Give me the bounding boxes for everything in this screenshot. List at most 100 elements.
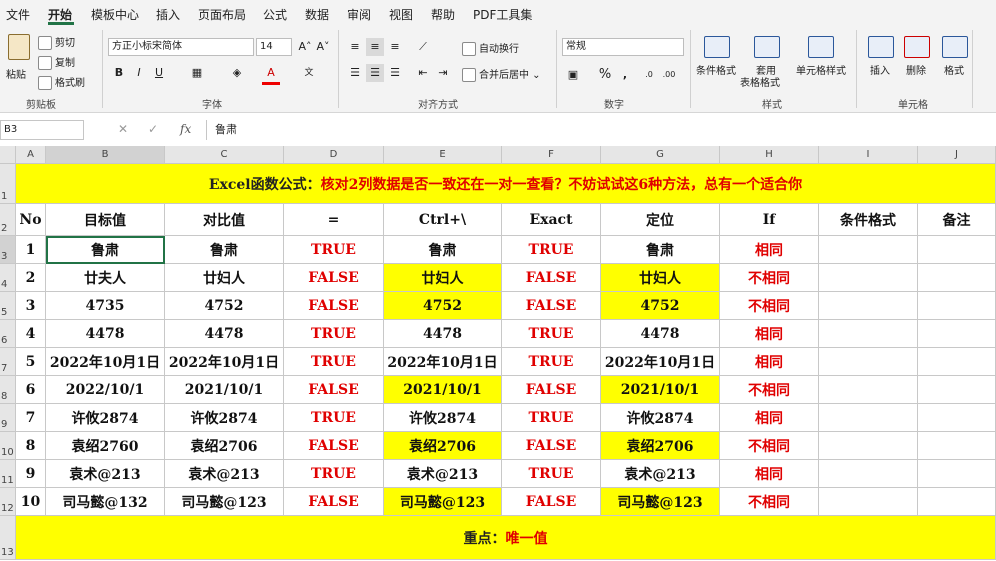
table-cell[interactable]: TRUE	[502, 320, 601, 348]
row-header-2[interactable]: 2	[0, 204, 16, 236]
row-header-6[interactable]: 6	[0, 320, 16, 348]
grow-font-icon[interactable]: A˄	[296, 38, 314, 56]
align-top-icon[interactable]: ≡	[346, 38, 364, 56]
header-cell[interactable]: =	[284, 204, 384, 236]
bold-icon[interactable]: B	[110, 64, 128, 82]
row-header-5[interactable]: 5	[0, 292, 16, 320]
table-cell[interactable]	[918, 292, 996, 320]
merge-center-button[interactable]: 合并后居中 ⌄	[462, 66, 541, 82]
table-cell[interactable]: TRUE	[502, 236, 601, 264]
title-banner[interactable]: Excel函数公式： 核对2列数据是否一致还在一对一查看？不妨试试这6种方法，总有…	[16, 164, 996, 204]
table-cell[interactable]: 2021/10/1	[384, 376, 502, 404]
function-icon[interactable]: fx	[180, 122, 191, 136]
menu-page-layout[interactable]: 页面布局	[198, 6, 246, 23]
table-cell[interactable]	[918, 264, 996, 292]
table-cell[interactable]: FALSE	[284, 376, 384, 404]
table-cell[interactable]	[918, 236, 996, 264]
table-cell[interactable]: 7	[16, 404, 46, 432]
table-cell[interactable]: 廿妇人	[384, 264, 502, 292]
table-cell[interactable]: 3	[16, 292, 46, 320]
table-cell[interactable]: 不相同	[720, 264, 819, 292]
table-cell[interactable]: TRUE	[284, 348, 384, 376]
row-header-10[interactable]: 10	[0, 432, 16, 460]
row-header-8[interactable]: 8	[0, 376, 16, 404]
table-cell[interactable]: 不相同	[720, 488, 819, 516]
column-header-h[interactable]: H	[720, 146, 819, 164]
table-cell[interactable]: 袁术@213	[384, 460, 502, 488]
table-cell[interactable]	[918, 404, 996, 432]
table-cell[interactable]: 司马懿@123	[384, 488, 502, 516]
table-cell[interactable]	[819, 488, 918, 516]
column-header-d[interactable]: D	[284, 146, 384, 164]
table-cell[interactable]: 许攸2874	[165, 404, 284, 432]
table-cell[interactable]: 2022年10月1日	[46, 348, 165, 376]
table-cell[interactable]	[819, 432, 918, 460]
header-cell[interactable]: 对比值	[165, 204, 284, 236]
column-header-f[interactable]: F	[502, 146, 601, 164]
enter-icon[interactable]: ✓	[148, 122, 158, 136]
menu-help[interactable]: 帮助	[431, 6, 455, 23]
table-cell[interactable]: 鲁肃	[165, 236, 284, 264]
font-name-select[interactable]: 方正小标宋简体	[108, 38, 254, 56]
table-cell[interactable]: 许攸2874	[601, 404, 720, 432]
percent-icon[interactable]: %	[596, 66, 614, 84]
column-header-g[interactable]: G	[601, 146, 720, 164]
table-cell[interactable]: 袁绍2706	[384, 432, 502, 460]
table-cell[interactable]	[819, 460, 918, 488]
table-cell[interactable]: 2022年10月1日	[384, 348, 502, 376]
column-header-b[interactable]: B	[46, 146, 165, 164]
column-header-c[interactable]: C	[165, 146, 284, 164]
table-cell[interactable]: 廿夫人	[46, 264, 165, 292]
column-header-a[interactable]: A	[16, 146, 46, 164]
table-cell[interactable]: FALSE	[502, 488, 601, 516]
header-cell[interactable]: 定位	[601, 204, 720, 236]
row-header-4[interactable]: 4	[0, 264, 16, 292]
table-cell[interactable]: TRUE	[284, 404, 384, 432]
table-cell[interactable]: 4478	[384, 320, 502, 348]
footer-banner[interactable]: 重点： 唯一值	[16, 516, 996, 560]
table-cell[interactable]: 相同	[720, 460, 819, 488]
table-cell[interactable]: 2022/10/1	[46, 376, 165, 404]
decrease-decimal-icon[interactable]: .00	[660, 66, 678, 84]
table-cell[interactable]: 4	[16, 320, 46, 348]
table-cell[interactable]: FALSE	[502, 432, 601, 460]
table-cell[interactable]: 袁绍2706	[165, 432, 284, 460]
column-header-e[interactable]: E	[384, 146, 502, 164]
table-cell[interactable]: FALSE	[284, 292, 384, 320]
number-format-select[interactable]: 常规	[562, 38, 684, 56]
table-cell[interactable]: 4478	[46, 320, 165, 348]
table-cell[interactable]: 8	[16, 432, 46, 460]
table-cell[interactable]: TRUE	[284, 460, 384, 488]
menu-data[interactable]: 数据	[305, 6, 329, 23]
table-cell[interactable]: 1	[16, 236, 46, 264]
table-cell[interactable]: TRUE	[284, 236, 384, 264]
table-cell[interactable]: 6	[16, 376, 46, 404]
table-cell[interactable]: 4478	[165, 320, 284, 348]
table-cell[interactable]: 9	[16, 460, 46, 488]
table-cell[interactable]: 5	[16, 348, 46, 376]
wrap-text-button[interactable]: 自动换行	[462, 40, 519, 56]
table-cell[interactable]: 许攸2874	[46, 404, 165, 432]
increase-decimal-icon[interactable]: .0	[640, 66, 658, 84]
column-header-j[interactable]: J	[918, 146, 996, 164]
table-cell[interactable]: 鲁肃	[601, 236, 720, 264]
name-box[interactable]: B3	[0, 120, 84, 140]
table-cell[interactable]: FALSE	[502, 264, 601, 292]
cut-button[interactable]: 剪切	[38, 34, 75, 50]
align-middle-icon[interactable]: ≡	[366, 38, 384, 56]
menu-review[interactable]: 审阅	[347, 6, 371, 23]
table-cell[interactable]: 袁术@213	[601, 460, 720, 488]
header-cell[interactable]: Ctrl+\	[384, 204, 502, 236]
table-cell[interactable]: TRUE	[502, 404, 601, 432]
table-cell[interactable]: 不相同	[720, 432, 819, 460]
fill-color-icon[interactable]: ◈	[228, 64, 246, 82]
table-cell[interactable]: 司马懿@132	[46, 488, 165, 516]
table-cell[interactable]	[918, 488, 996, 516]
formula-input[interactable]: 鲁肃	[206, 120, 996, 140]
table-cell[interactable]: 相同	[720, 404, 819, 432]
table-cell[interactable]: 司马懿@123	[601, 488, 720, 516]
table-cell[interactable]: 4752	[165, 292, 284, 320]
table-cell[interactable]: TRUE	[502, 348, 601, 376]
table-cell[interactable]: 不相同	[720, 292, 819, 320]
cancel-icon[interactable]: ✕	[118, 122, 128, 136]
